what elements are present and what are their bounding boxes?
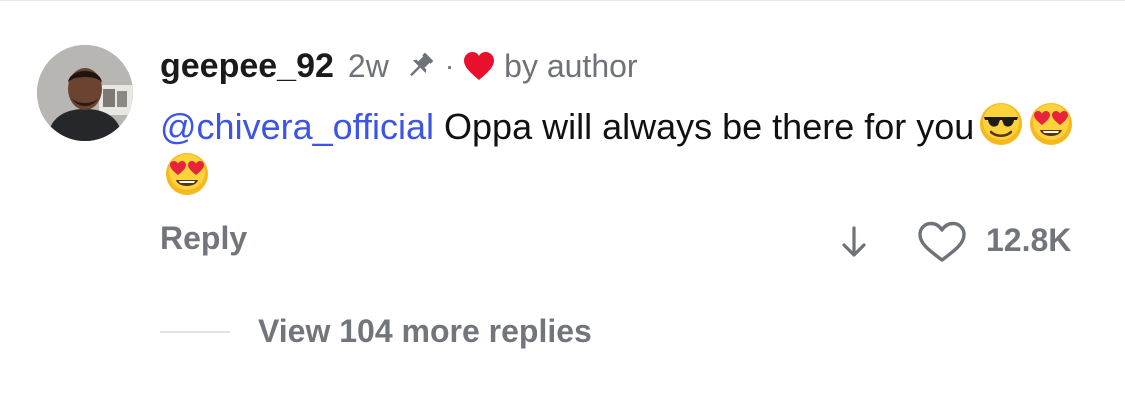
- mention-link[interactable]: @chivera_official: [160, 106, 434, 147]
- reply-button[interactable]: Reply: [160, 220, 247, 257]
- comment-header: geepee_92 2w · by author: [160, 44, 638, 88]
- avatar-photo: [37, 45, 133, 141]
- heart-outline-icon[interactable]: [916, 220, 968, 264]
- view-more-replies-button[interactable]: View 104 more replies: [258, 313, 592, 350]
- avatar[interactable]: [37, 45, 133, 141]
- arrow-down-icon[interactable]: [836, 222, 872, 262]
- heart-eyes-emoji: [1028, 101, 1074, 147]
- comment-text: Oppa will always be there for you: [434, 106, 975, 147]
- username[interactable]: geepee_92: [160, 47, 334, 86]
- sunglasses-emoji: [978, 101, 1024, 147]
- liked-by-author-label: by author: [504, 47, 638, 84]
- thread-connector: [160, 331, 230, 333]
- separator-dot: ·: [444, 50, 455, 81]
- like-count: 12.8K: [986, 222, 1072, 258]
- heart-eyes-emoji: [164, 151, 210, 197]
- divider: [0, 0, 1125, 1]
- heart-icon: [462, 49, 496, 83]
- comment-body: @chivera_official Oppa will always be th…: [160, 101, 1090, 201]
- pin-icon: [403, 49, 437, 83]
- timestamp: 2w: [347, 47, 389, 84]
